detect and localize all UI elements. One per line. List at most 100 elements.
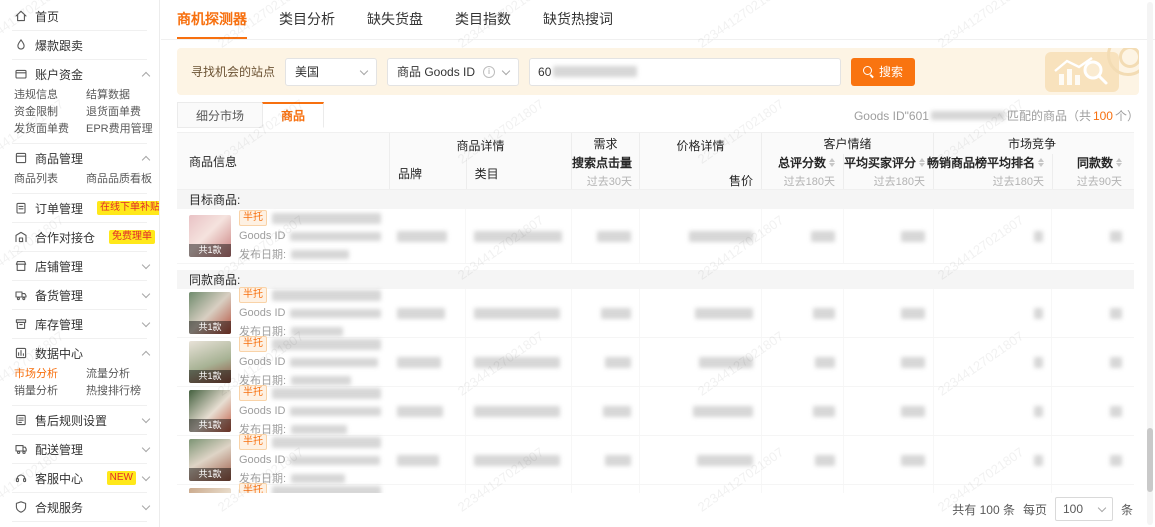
table-row[interactable]: 共1款 半托 Goods ID 发布日期: xyxy=(177,483,1134,493)
sidebar-sublink[interactable]: 商品列表 xyxy=(14,171,86,188)
sidebar-sublink[interactable]: 商品品质看板 xyxy=(86,171,155,188)
sidebar-group-order-mgmt[interactable]: 订单管理 在线下单补贴中 xyxy=(0,196,159,220)
goods-id-input[interactable]: 60 xyxy=(529,57,842,86)
sidebar-group-service-center[interactable]: 客服中心 NEW xyxy=(0,466,159,490)
sidebar-item-hot-sale[interactable]: 爆款跟卖 xyxy=(0,33,159,57)
sort-icon[interactable] xyxy=(1116,158,1122,167)
redacted-text xyxy=(397,356,441,368)
product-image[interactable]: 共1款 xyxy=(189,215,231,257)
vertical-scrollbar[interactable] xyxy=(1147,2,1153,525)
tab-opportunity-detector[interactable]: 商机探测器 xyxy=(177,0,247,39)
view-tab-row: 细分市场 商品 Goods ID"601 匹配的商品（共 100 个） xyxy=(177,102,1139,128)
sidebar-sublink[interactable]: 退货面单费 xyxy=(86,104,155,121)
sidebar-item-home[interactable]: 首页 xyxy=(0,4,159,28)
help-icon[interactable]: i xyxy=(483,65,496,78)
group-label: 需求 xyxy=(593,137,618,151)
sidebar-group-delivery-mgmt[interactable]: 配送管理 xyxy=(0,437,159,461)
chevron-down-icon[interactable] xyxy=(141,472,151,481)
sidebar-group-stock-mgmt[interactable]: 备货管理 xyxy=(0,283,159,307)
divider xyxy=(12,251,147,252)
chevron-up-icon[interactable] xyxy=(141,155,151,164)
sidebar-group-data-center[interactable]: 数据中心 xyxy=(0,341,159,365)
sidebar-group-inventory-mgmt[interactable]: 库存管理 xyxy=(0,312,159,336)
sidebar-group-shop-mgmt[interactable]: 店铺管理 xyxy=(0,254,159,278)
sidebar-group-account-funds[interactable]: 账户资金 xyxy=(0,62,159,86)
tab-category-analysis[interactable]: 类目分析 xyxy=(279,0,335,39)
redacted-text xyxy=(290,308,381,318)
chevron-down-icon[interactable] xyxy=(141,501,151,510)
redacted-text xyxy=(474,454,560,466)
sidebar-sublink[interactable]: 发货面单费 xyxy=(14,121,86,138)
sidebar-sublink[interactable]: 流量分析 xyxy=(86,366,155,383)
sidebar-sublink[interactable]: 违规信息 xyxy=(14,87,86,104)
redacted-text xyxy=(1034,454,1043,466)
shop-icon xyxy=(13,259,28,274)
chevron-down-icon[interactable] xyxy=(141,318,151,327)
sort-icon[interactable] xyxy=(1038,158,1044,167)
chevron-down-icon[interactable] xyxy=(141,414,151,423)
total-ratings-cell xyxy=(761,209,843,263)
brand-cell xyxy=(389,209,465,263)
divider xyxy=(12,309,147,310)
table-header: 商品信息 商品详情 品牌 类目 需求 搜索点击量 过去30天 价格详情 售价 客… xyxy=(177,132,1134,190)
redacted-text xyxy=(290,406,381,416)
chevron-up-icon[interactable] xyxy=(141,71,151,80)
sidebar-sublink[interactable]: 资金限制 xyxy=(14,104,86,121)
sidebar-sublink[interactable]: 销量分析 xyxy=(14,383,86,400)
divider xyxy=(12,30,147,31)
redacted-text xyxy=(474,405,560,417)
sidebar: 首页 爆款跟卖 账户资金 违规信息 结算数据 资金限制 退货面单费 发货面单费 … xyxy=(0,0,160,527)
sidebar-sublink[interactable]: 结算数据 xyxy=(86,87,155,104)
same-count-cell xyxy=(1051,289,1130,337)
sort-icon[interactable] xyxy=(829,158,835,167)
goods-id-input-value: 60 xyxy=(538,64,552,79)
search-button-label: 搜索 xyxy=(879,65,904,79)
tab-oos-hot-keywords[interactable]: 缺货热搜词 xyxy=(543,0,613,39)
sidebar-group-compliance[interactable]: 合规服务 xyxy=(0,495,159,519)
tab-missing-supply[interactable]: 缺失货盘 xyxy=(367,0,423,39)
scrollbar-thumb[interactable] xyxy=(1147,428,1153,492)
sort-icon[interactable] xyxy=(919,158,925,167)
product-image[interactable]: 共1款 xyxy=(189,292,231,334)
table-row[interactable]: 共1款 半托 Goods ID 发布日期: xyxy=(177,434,1134,485)
chevron-up-icon[interactable] xyxy=(141,350,151,359)
search-button[interactable]: 搜索 xyxy=(851,57,916,86)
divider xyxy=(12,338,147,339)
divider xyxy=(12,405,147,406)
product-image[interactable]: 共1款 xyxy=(189,439,231,481)
sidebar-sublink[interactable]: 热搜排行榜 xyxy=(86,383,155,400)
redacted-text xyxy=(813,405,835,417)
rank-cell xyxy=(933,436,1051,484)
product-image[interactable]: 共1款 xyxy=(189,341,231,383)
table-row[interactable]: 共1款 半托 Goods ID 发布日期: xyxy=(177,209,1134,264)
avg-rating-cell xyxy=(843,209,933,263)
chevron-down-icon[interactable] xyxy=(141,260,151,269)
product-image[interactable]: 共1款 xyxy=(189,390,231,432)
page-size-select[interactable]: 100 xyxy=(1054,497,1113,521)
promo-badge: 在线下单补贴中 xyxy=(97,201,159,215)
table-row[interactable]: 共1款 半托 Goods ID 发布日期: xyxy=(177,336,1134,387)
tab-segment-market[interactable]: 细分市场 xyxy=(177,102,264,128)
search-type-select[interactable]: 商品 Goods ID i xyxy=(387,57,520,86)
tab-category-index[interactable]: 类目指数 xyxy=(455,0,511,39)
sidebar-group-label: 合作对接仓 xyxy=(35,230,96,245)
table-row[interactable]: 共1款 半托 Goods ID 发布日期: xyxy=(177,287,1134,338)
avg-rating-cell xyxy=(843,485,933,493)
chevron-down-icon[interactable] xyxy=(141,443,151,452)
divider xyxy=(12,434,147,435)
sidebar-group-aftersale-rules[interactable]: 售后规则设置 xyxy=(0,408,159,432)
product-image[interactable]: 共1款 xyxy=(189,488,231,493)
sidebar-group-goods-mgmt[interactable]: 商品管理 xyxy=(0,146,159,170)
sidebar-sublink-market-analysis[interactable]: 市场分析 xyxy=(14,366,86,383)
same-count-cell xyxy=(1051,209,1130,263)
tab-goods[interactable]: 商品 xyxy=(262,102,325,128)
site-select[interactable]: 美国 xyxy=(285,57,378,86)
sidebar-group-partner-warehouse[interactable]: 合作对接仓 免费理单 xyxy=(0,225,159,249)
group-label: 价格详情 xyxy=(676,139,725,153)
sidebar-sublink[interactable]: EPR费用管理 xyxy=(86,121,155,138)
avg-rating-cell xyxy=(843,289,933,337)
chevron-down-icon[interactable] xyxy=(141,289,151,298)
redacted-text xyxy=(291,473,346,483)
table-row[interactable]: 共1款 半托 Goods ID 发布日期: xyxy=(177,385,1134,436)
col-header-bestseller-rank: 畅销商品榜平均排名 过去180天 xyxy=(926,156,1044,188)
